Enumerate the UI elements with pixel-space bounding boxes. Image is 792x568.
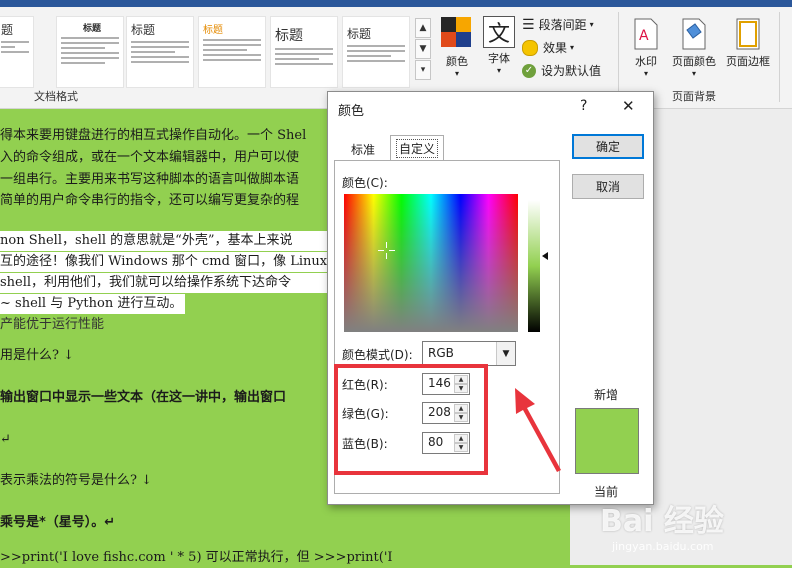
colors-button[interactable]: 颜色 ▾ [440,16,474,86]
color-palette-icon [441,17,471,47]
dropdown-arrow-icon: ▾ [570,43,575,52]
style-title: 标题 [347,27,372,41]
style-title: 标题 [203,25,223,36]
style-title: 标题 [131,23,156,37]
style-gallery-item-4[interactable]: 标题 [198,16,266,88]
doc-line[interactable]: >>print('I love fishc.com ' * 5) 可以正常执行，… [0,548,393,568]
cancel-button[interactable]: 取消 [572,174,644,199]
watermark-icon: A [634,18,658,50]
help-button[interactable]: ? [580,98,587,114]
doc-line-selected[interactable]: ~ shell 与 Python 进行互动。 [0,294,185,314]
dropdown-arrow-icon: ▾ [643,69,648,78]
watermark-button[interactable]: A 水印 ▾ [628,18,664,82]
doc-line[interactable]: 用是什么? ↓ [0,346,74,366]
page-border-label: 页面边框 [726,55,770,68]
new-color-label: 新增 [594,388,619,402]
effects-button[interactable]: 效果 ▾ [522,39,574,56]
font-icon: 文 [483,16,515,48]
gallery-scroll-up-button[interactable]: ▲ [415,18,431,38]
doc-line-bold[interactable]: 乘号是*（星号）。↵ [0,513,115,533]
dropdown-arrow-icon: ▾ [454,69,459,78]
dialog-title: 颜色 [338,104,365,119]
style-gallery-item-2[interactable]: 标题 [56,16,124,88]
dropdown-arrow-icon: ▾ [589,20,594,29]
page-color-icon [682,18,706,50]
doc-line[interactable]: ↵ [0,430,11,450]
gallery-more-button[interactable]: ▾ [415,60,431,80]
color-spectrum[interactable] [344,194,518,332]
colors-label: 颜色 [446,55,468,68]
style-title: 题 [1,23,14,37]
tab-custom[interactable]: 自定义 [390,135,444,161]
doc-line[interactable]: 产能优于运行性能 [0,315,104,335]
color-model-label: 颜色模式(D): [342,348,413,362]
gallery-scroll-down-button[interactable]: ▼ [415,39,431,59]
highlight-box [334,364,488,475]
group-separator [618,12,619,102]
page-border-icon [736,18,760,50]
doc-line[interactable]: 表示乘法的符号是什么? ↓ [0,471,152,491]
watermark-url: jingyan.baidu.com [612,540,714,553]
doc-line[interactable]: 简单的用户命令串行的指令，还可以编写更复杂的程 [0,191,299,211]
watermark-label: 水印 [635,55,657,68]
crosshair-icon [378,242,395,259]
effects-icon [522,39,538,56]
style-gallery-item-1[interactable]: 题 [0,16,34,88]
expand-more-icon: ▾ [420,65,426,75]
style-gallery-item-3[interactable]: 标题 [126,16,194,88]
style-gallery-item-5[interactable]: 标题 [270,16,338,88]
doc-line[interactable]: 一组串行。主要用来书写这种脚本的语言叫做脚本语 [0,170,299,190]
tab-standard[interactable]: 标准 [340,138,386,160]
svg-text:A: A [639,28,649,44]
red-arrow-icon [515,388,561,472]
page-color-label: 页面颜色 [672,55,716,68]
paragraph-spacing-icon: ☰ [522,16,535,33]
dropdown-arrow-icon: ▾ [496,66,501,75]
chevron-up-icon: ▲ [419,23,427,33]
fonts-label: 字体 [488,52,510,65]
title-bar [0,0,792,7]
doc-line-selected[interactable]: shell，利用他们，我们就可以给操作系统下达命令 [0,273,330,293]
slider-arrow-icon[interactable] [542,252,548,260]
fonts-button[interactable]: 文 字体 ▾ [480,16,518,86]
dropdown-arrow-icon: ▾ [691,69,696,78]
page-border-button[interactable]: 页面边框 [722,18,774,82]
style-title: 标题 [83,24,102,34]
group-separator [779,12,780,102]
checkmark-icon: ✓ [522,63,536,78]
doc-line-bold[interactable]: 输出窗口中显示一些文本（在这一讲中，输出窗口 [0,388,286,408]
close-button[interactable]: ✕ [622,97,635,115]
group-label-doc-format: 文档格式 [34,90,78,103]
doc-line-selected[interactable]: non Shell，shell 的意思就是“外壳”，基本上来说 [0,231,330,251]
page-color-button[interactable]: 页面颜色 ▾ [668,18,720,82]
chevron-down-icon: ▼ [419,44,427,54]
group-label-page-bg: 页面背景 [672,90,716,103]
colors-field-label: 颜色(C): [342,176,388,190]
color-dialog: 颜色 ? ✕ 标准 自定义 颜色(C): 颜色模式(D): RGB ▼ 红色(R… [327,91,654,505]
color-model-select[interactable]: RGB ▼ [422,341,516,366]
style-title: 标题 [275,28,303,44]
style-gallery-item-6[interactable]: 标题 [342,16,410,88]
paragraph-spacing-button[interactable]: ☰ 段落间距 ▾ [522,16,594,33]
baidu-watermark: Bai 经验 jingyan.baidu.com [600,496,790,556]
doc-line[interactable]: 入的命令组成，或在一个文本编辑器中，用户可以使 [0,148,299,168]
doc-line[interactable]: 得本来要用键盘进行的相互式操作自动化。一个 Shel [0,126,306,146]
doc-line-selected[interactable]: 互的途径！像我们 Windows 那个 cmd 窗口，像 Linux [0,252,330,272]
ok-button[interactable]: 确定 [572,134,644,159]
luminance-slider[interactable] [528,200,540,332]
color-preview [575,408,639,474]
watermark-brand: Bai 经验 [600,504,724,539]
chevron-down-icon: ▼ [496,342,515,365]
set-default-button[interactable]: ✓ 设为默认值 [522,62,601,79]
